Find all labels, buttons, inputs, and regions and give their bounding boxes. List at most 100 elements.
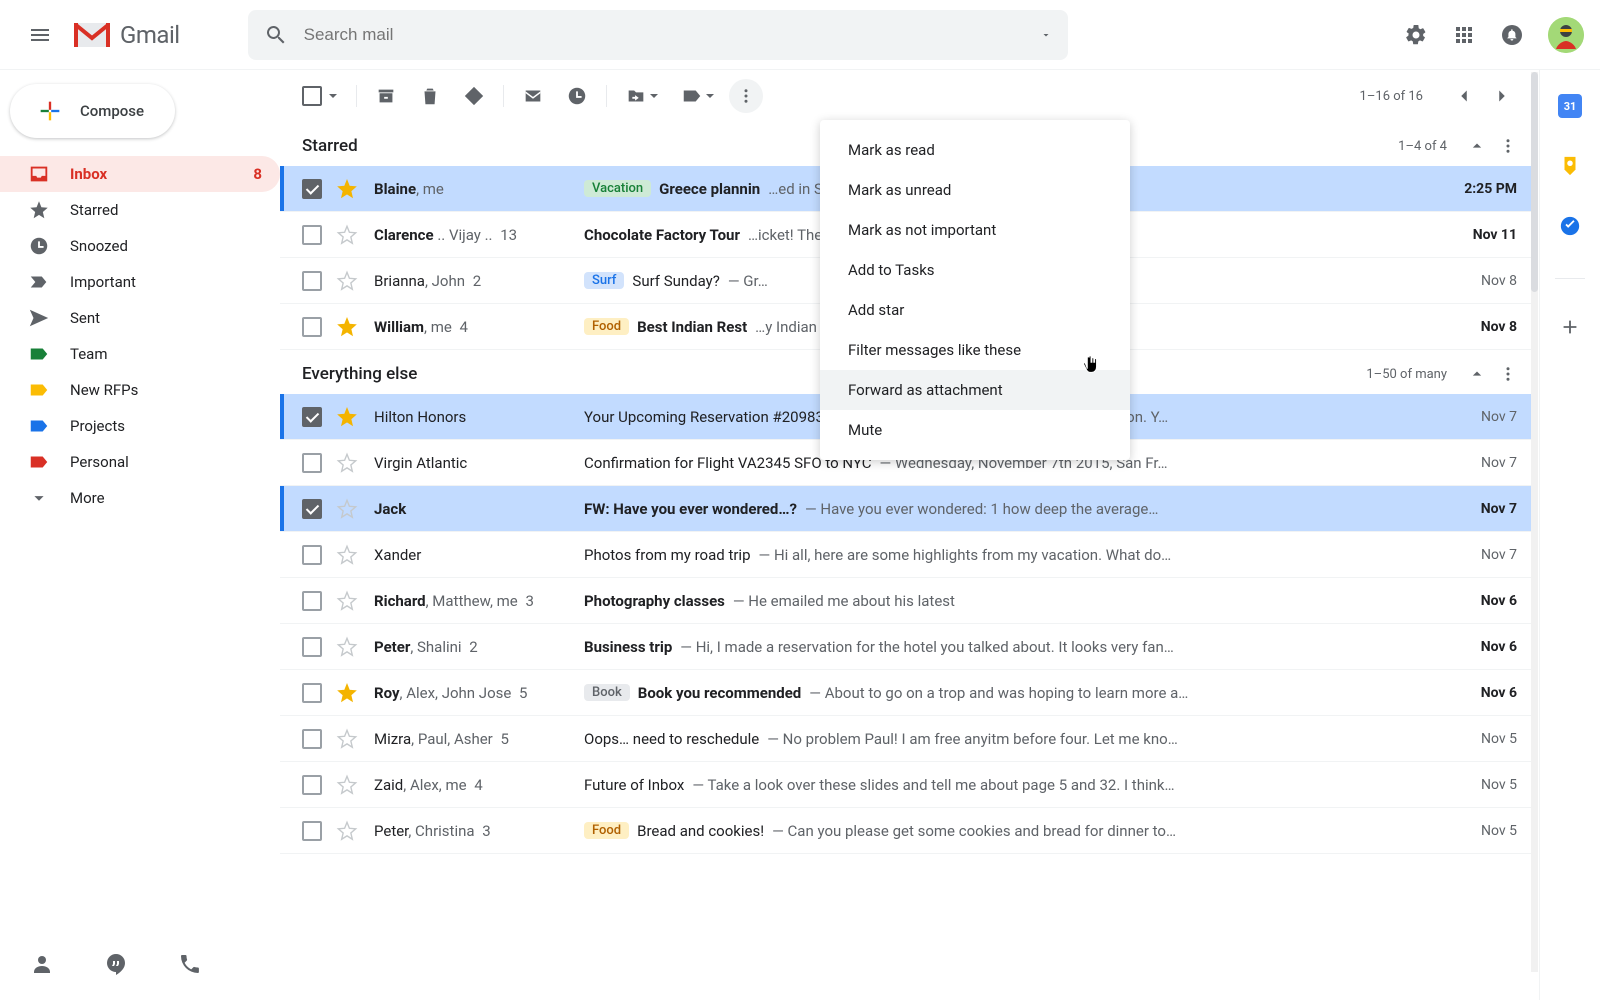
row-star-icon[interactable] xyxy=(336,406,358,428)
row-content: FoodBread and cookies! — Can you please … xyxy=(584,822,1437,840)
row-date: Nov 5 xyxy=(1437,823,1517,839)
account-avatar[interactable] xyxy=(1548,17,1584,53)
menu-add-tasks[interactable]: Add to Tasks xyxy=(820,250,1130,290)
delete-icon[interactable] xyxy=(419,85,441,107)
row-checkbox[interactable] xyxy=(302,453,322,473)
row-star-icon[interactable] xyxy=(336,544,358,566)
main-menu-button[interactable] xyxy=(16,11,64,59)
row-checkbox[interactable] xyxy=(302,729,322,749)
row-label-chip[interactable]: Book xyxy=(584,684,630,701)
menu-not-important[interactable]: Mark as not important xyxy=(820,210,1130,250)
mail-row[interactable]: Zaid, Alex, me 4Future of Inbox — Take a… xyxy=(280,762,1537,808)
mark-unread-icon[interactable] xyxy=(522,85,544,107)
prev-page-icon[interactable] xyxy=(1453,85,1475,107)
nav-snoozed[interactable]: Snoozed xyxy=(0,228,280,264)
row-checkbox[interactable] xyxy=(302,407,322,427)
row-star-icon[interactable] xyxy=(336,178,358,200)
row-star-icon[interactable] xyxy=(336,728,358,750)
row-checkbox[interactable] xyxy=(302,499,322,519)
menu-mark-read[interactable]: Mark as read xyxy=(820,130,1130,170)
row-star-icon[interactable] xyxy=(336,316,358,338)
sent-icon xyxy=(28,307,50,329)
snooze-icon[interactable] xyxy=(566,85,588,107)
app-header: Gmail xyxy=(0,0,1600,70)
row-checkbox[interactable] xyxy=(302,591,322,611)
row-star-icon[interactable] xyxy=(336,270,358,292)
menu-forward-attachment[interactable]: Forward as attachment xyxy=(820,370,1130,410)
menu-mark-unread[interactable]: Mark as unread xyxy=(820,170,1130,210)
nav-starred[interactable]: Starred xyxy=(0,192,280,228)
move-to-icon xyxy=(625,85,647,107)
mail-row[interactable]: Mizra, Paul, Asher 5Oops… need to resche… xyxy=(280,716,1537,762)
menu-mute[interactable]: Mute xyxy=(820,410,1130,450)
gmail-logo[interactable]: Gmail xyxy=(72,19,180,51)
search-input[interactable] xyxy=(304,25,1024,45)
search-bar[interactable] xyxy=(248,10,1068,60)
mail-row[interactable]: XanderPhotos from my road trip — Hi all,… xyxy=(280,532,1537,578)
get-addons-icon[interactable] xyxy=(1558,315,1582,339)
labels-button[interactable] xyxy=(681,85,715,107)
nav-personal[interactable]: Personal xyxy=(0,444,280,480)
row-star-icon[interactable] xyxy=(336,590,358,612)
row-label-chip[interactable]: Food xyxy=(584,822,629,839)
row-label-chip[interactable]: Surf xyxy=(584,272,624,289)
nav-new-rfps[interactable]: New RFPs xyxy=(0,372,280,408)
row-checkbox[interactable] xyxy=(302,225,322,245)
row-star-icon[interactable] xyxy=(336,452,358,474)
move-to-button[interactable] xyxy=(625,85,659,107)
compose-button[interactable]: Compose xyxy=(10,84,175,138)
settings-gear-icon[interactable] xyxy=(1404,23,1428,47)
spam-icon[interactable] xyxy=(463,85,485,107)
row-checkbox[interactable] xyxy=(302,317,322,337)
keep-addon-icon[interactable] xyxy=(1558,154,1582,178)
apps-grid-icon[interactable] xyxy=(1452,23,1476,47)
nav-projects[interactable]: Projects xyxy=(0,408,280,444)
select-all-checkbox[interactable] xyxy=(302,86,338,106)
mail-row[interactable]: JackFW: Have you ever wondered…? — Have … xyxy=(280,486,1537,532)
nav-more[interactable]: More xyxy=(0,480,280,516)
collapse-section-icon[interactable] xyxy=(1467,136,1487,156)
calendar-addon-icon[interactable]: 31 xyxy=(1558,94,1582,118)
row-star-icon[interactable] xyxy=(336,682,358,704)
notifications-bell-icon[interactable] xyxy=(1500,23,1524,47)
archive-icon[interactable] xyxy=(375,85,397,107)
hangouts-icon[interactable] xyxy=(104,952,128,976)
row-checkbox[interactable] xyxy=(302,821,322,841)
menu-add-star[interactable]: Add star xyxy=(820,290,1130,330)
phone-icon[interactable] xyxy=(178,952,202,976)
section-more-icon[interactable] xyxy=(1499,137,1517,155)
row-sender: Peter, Shalini 2 xyxy=(374,638,584,656)
nav-sent[interactable]: Sent xyxy=(0,300,280,336)
row-checkbox[interactable] xyxy=(302,683,322,703)
contacts-icon[interactable] xyxy=(30,952,54,976)
mail-row[interactable]: Roy, Alex, John Jose 5BookBook you recom… xyxy=(280,670,1537,716)
mail-row[interactable]: Richard, Matthew, me 3Photography classe… xyxy=(280,578,1537,624)
more-actions-button[interactable] xyxy=(729,79,763,113)
mail-row[interactable]: Peter, Christina 3FoodBread and cookies!… xyxy=(280,808,1537,854)
search-options-icon[interactable] xyxy=(1040,29,1052,41)
row-checkbox[interactable] xyxy=(302,637,322,657)
section-more-icon[interactable] xyxy=(1499,365,1517,383)
row-checkbox[interactable] xyxy=(302,775,322,795)
row-star-icon[interactable] xyxy=(336,820,358,842)
row-checkbox[interactable] xyxy=(302,271,322,291)
row-checkbox[interactable] xyxy=(302,179,322,199)
row-star-icon[interactable] xyxy=(336,636,358,658)
next-page-icon[interactable] xyxy=(1491,85,1513,107)
nav-team[interactable]: Team xyxy=(0,336,280,372)
row-snippet: — Hi all, here are some highlights from … xyxy=(759,546,1172,564)
row-star-icon[interactable] xyxy=(336,224,358,246)
row-label-chip[interactable]: Vacation xyxy=(584,180,651,197)
collapse-section-icon[interactable] xyxy=(1467,364,1487,384)
row-star-icon[interactable] xyxy=(336,774,358,796)
tasks-addon-icon[interactable] xyxy=(1558,214,1582,238)
mail-row[interactable]: Peter, Shalini 2Business trip — Hi, I ma… xyxy=(280,624,1537,670)
row-date: Nov 6 xyxy=(1437,593,1517,609)
row-star-icon[interactable] xyxy=(336,498,358,520)
row-label-chip[interactable]: Food xyxy=(584,318,629,335)
nav-important[interactable]: Important xyxy=(0,264,280,300)
row-subject: Best Indian Rest xyxy=(637,318,747,336)
scrollbar[interactable] xyxy=(1531,72,1538,972)
nav-inbox[interactable]: Inbox 8 xyxy=(0,156,280,192)
row-checkbox[interactable] xyxy=(302,545,322,565)
